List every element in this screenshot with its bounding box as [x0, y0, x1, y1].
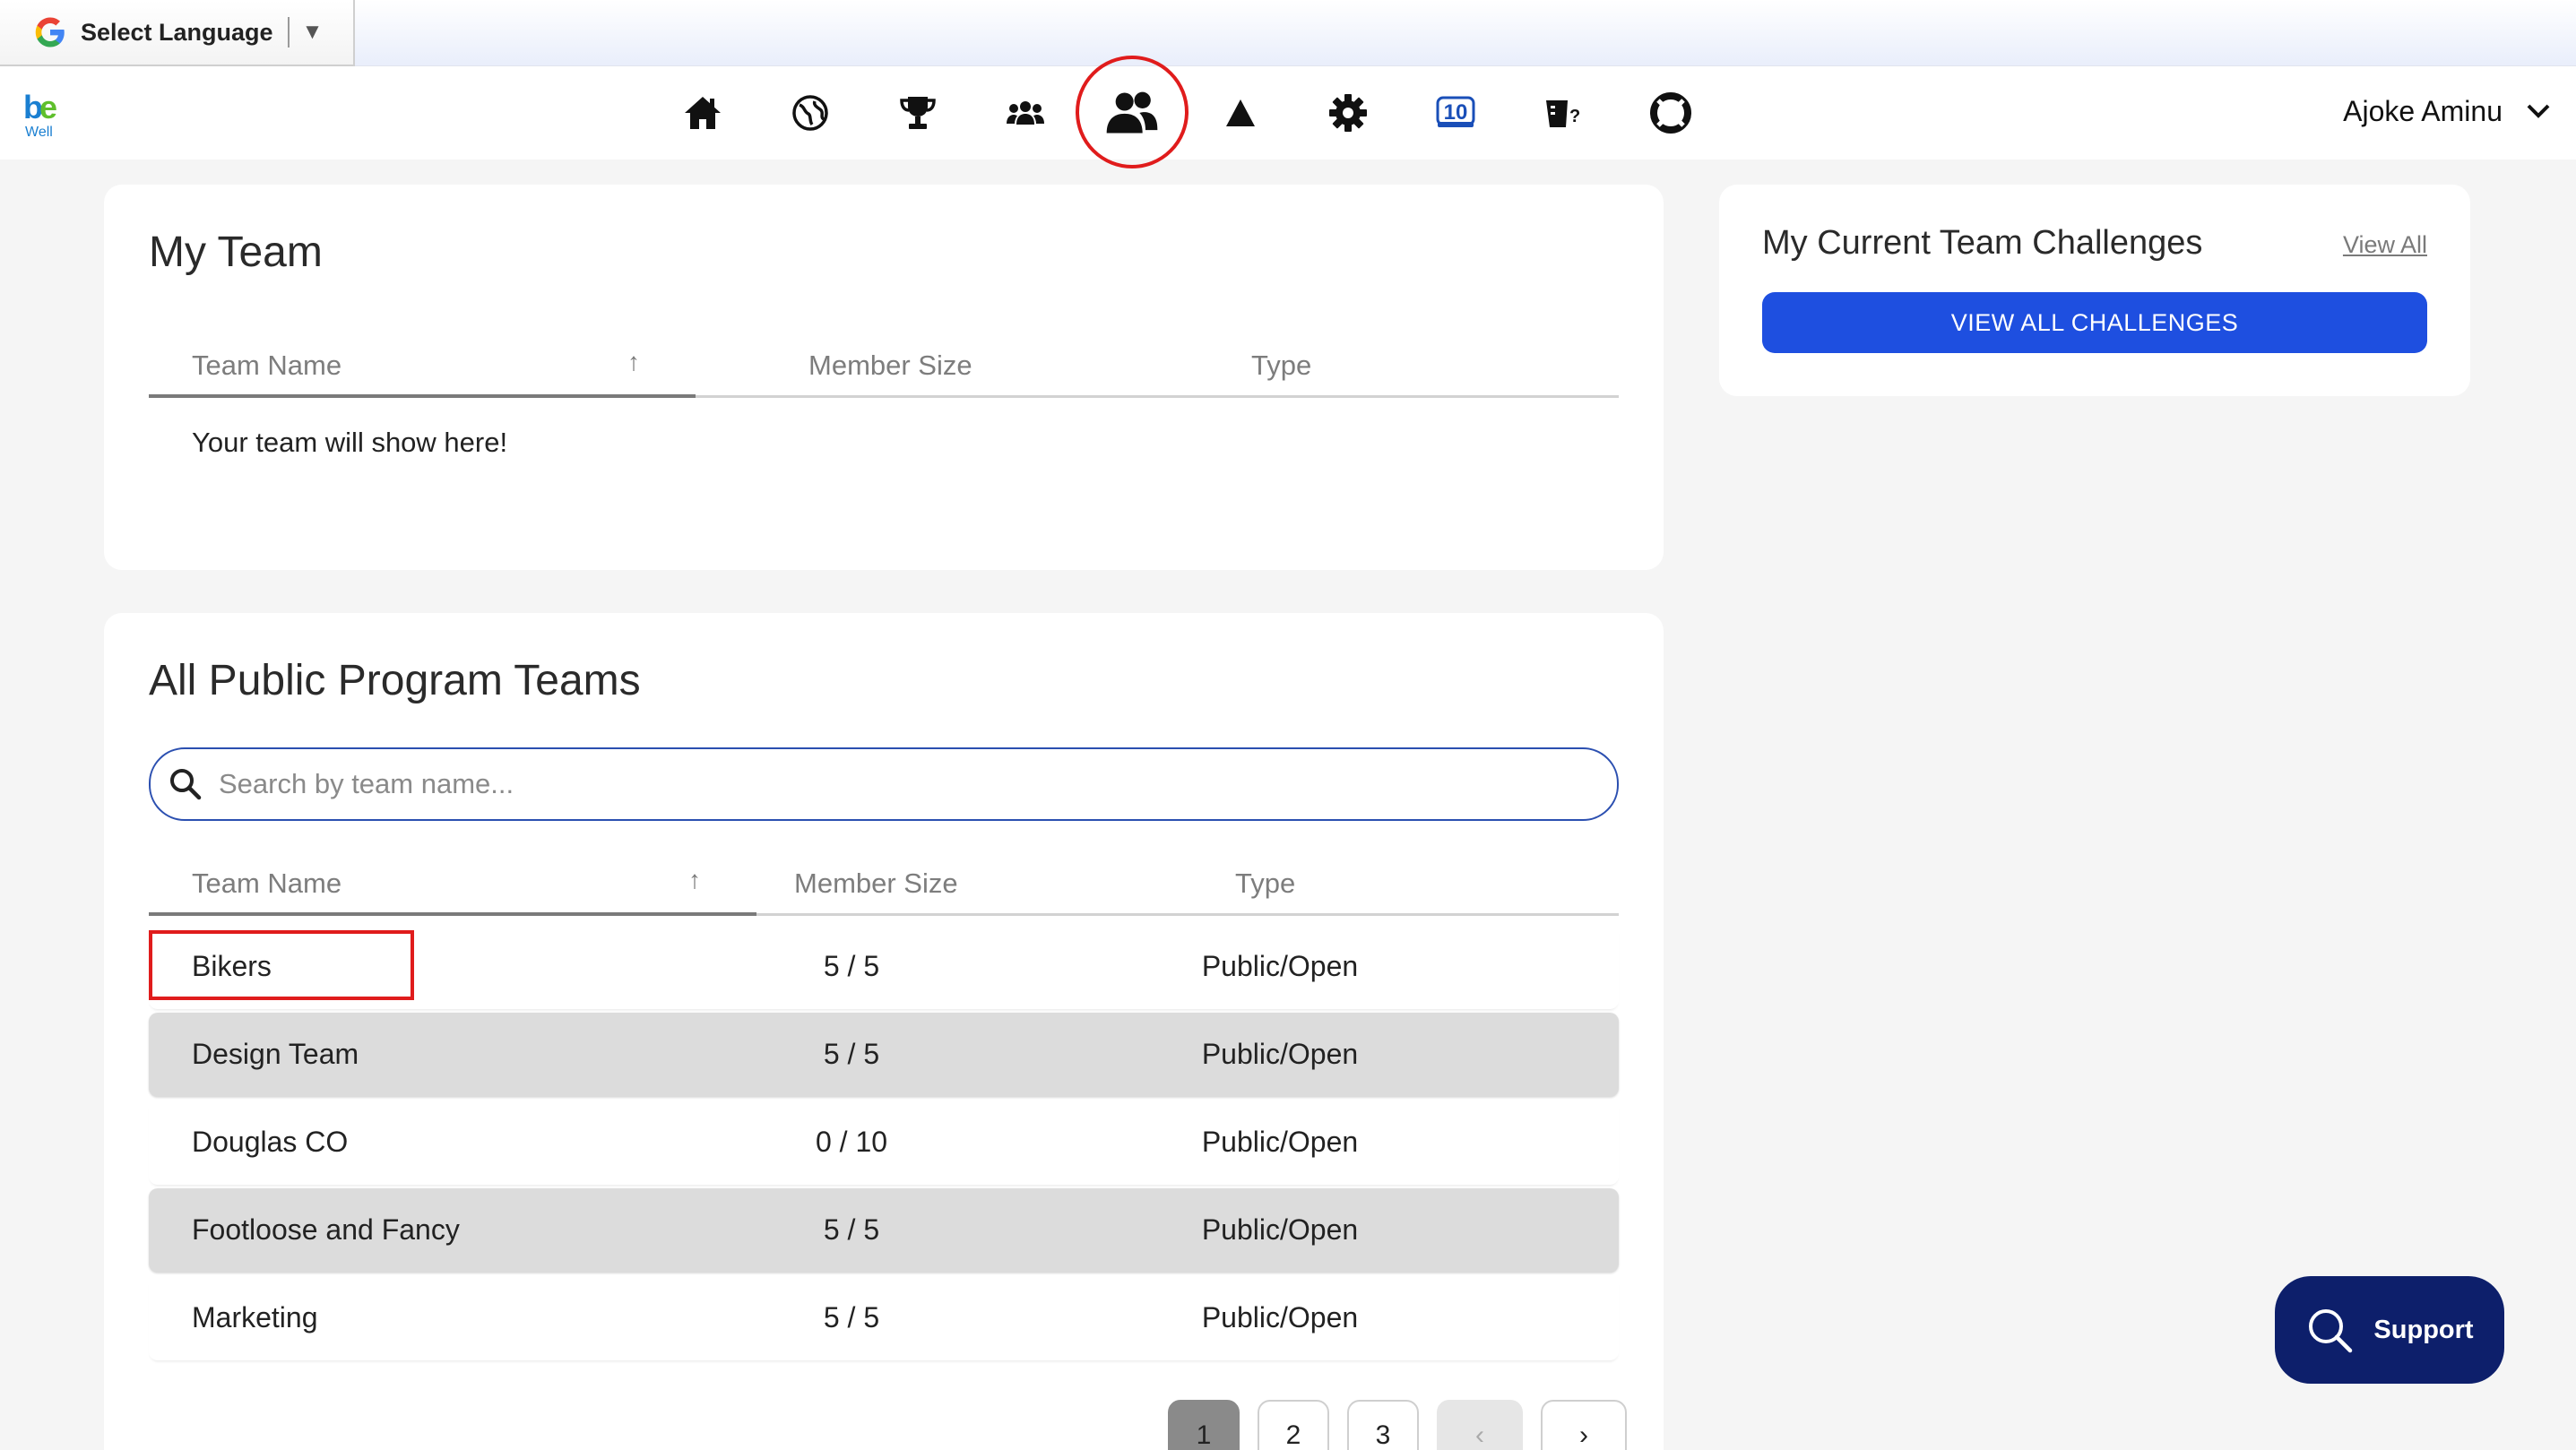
lifebuoy-icon[interactable] [1644, 86, 1698, 140]
group-icon[interactable] [998, 86, 1052, 140]
sort-up-icon[interactable]: ↑ [627, 348, 640, 376]
language-selector[interactable]: Select Language ▼ [0, 0, 355, 66]
search-icon [170, 769, 202, 800]
trophy-icon[interactable] [891, 86, 945, 140]
challenges-card: My Current Team Challenges View All VIEW… [1719, 185, 2470, 396]
prev-page-button[interactable]: ‹ [1437, 1400, 1523, 1450]
quiz-icon[interactable]: ? [1536, 86, 1590, 140]
sort-up-icon[interactable]: ↑ [688, 866, 701, 894]
challenges-title: My Current Team Challenges [1762, 224, 2203, 262]
view-all-challenges-button[interactable]: VIEW ALL CHALLENGES [1762, 292, 2427, 353]
table-row[interactable]: Design Team 5 / 5 Public/Open [149, 1013, 1619, 1097]
public-teams-title: All Public Program Teams [149, 657, 641, 704]
page-1-button[interactable]: 1 [1168, 1400, 1240, 1450]
member-size: 5 / 5 [823, 950, 880, 982]
public-teams-table-header: Team Name ↑ Member Size Type [149, 853, 1619, 916]
svg-text:?: ? [1569, 107, 1580, 126]
sort-indicator [149, 394, 696, 398]
team-name: Douglas CO [192, 1126, 349, 1158]
table-row[interactable]: Footloose and Fancy 5 / 5 Public/Open [149, 1188, 1619, 1273]
team-type: Public/Open [1201, 1213, 1359, 1246]
team-name: Design Team [192, 1038, 359, 1070]
next-page-button[interactable]: › [1541, 1400, 1627, 1450]
search-icon [2309, 1309, 2353, 1353]
svg-text:e: e [39, 89, 57, 125]
top-navigation: b e Well 10 ? Ajoke Aminu [0, 56, 2576, 168]
google-g-icon [35, 17, 65, 47]
table-row[interactable]: Marketing 5 / 5 Public/Open [149, 1276, 1619, 1360]
team-type: Public/Open [1201, 1126, 1359, 1158]
column-team-name[interactable]: Team Name [192, 867, 341, 900]
chevron-down-icon [2527, 104, 2550, 118]
column-type[interactable]: Type [1251, 350, 1311, 382]
support-button[interactable]: Support [2275, 1276, 2504, 1384]
home-icon[interactable] [676, 86, 730, 140]
support-label: Support [2373, 1315, 2474, 1344]
team-type: Public/Open [1201, 1038, 1359, 1070]
member-size: 5 / 5 [823, 1038, 880, 1070]
ten-badge-icon[interactable]: 10 [1429, 86, 1482, 140]
team-type: Public/Open [1201, 950, 1359, 982]
dropdown-arrow-icon: ▼ [301, 20, 324, 44]
my-team-table-header: Team Name ↑ Member Size Type [149, 335, 1619, 398]
team-search[interactable] [149, 747, 1619, 821]
language-label: Select Language [81, 18, 273, 46]
column-team-name[interactable]: Team Name [192, 350, 341, 382]
divider [287, 17, 290, 47]
page-3-button[interactable]: 3 [1347, 1400, 1419, 1450]
sort-indicator [149, 912, 756, 916]
translate-bar: Select Language ▼ [0, 0, 2576, 66]
my-team-card: My Team Team Name ↑ Member Size Type You… [104, 185, 1664, 570]
pagination: 1 2 3 ‹ › [1168, 1400, 1627, 1450]
column-member-size[interactable]: Member Size [794, 867, 958, 900]
team-name: Footloose and Fancy [192, 1213, 460, 1246]
my-team-title: My Team [149, 229, 323, 276]
active-nav-highlight [1076, 56, 1189, 168]
team-name: Marketing [192, 1301, 318, 1333]
table-row[interactable]: Douglas CO 0 / 10 Public/Open [149, 1100, 1619, 1185]
search-input[interactable] [219, 768, 1563, 800]
selected-row-highlight [149, 930, 414, 1000]
public-teams-card: All Public Program Teams Team Name ↑ Mem… [104, 613, 1664, 1450]
svg-text:10: 10 [1444, 100, 1468, 125]
empty-team-message: Your team will show here! [192, 427, 508, 458]
globe-icon[interactable] [783, 86, 837, 140]
page-2-button[interactable]: 2 [1258, 1400, 1329, 1450]
bewell-logo[interactable]: b e Well [22, 88, 66, 140]
user-name: Ajoke Aminu [2343, 94, 2503, 127]
svg-text:Well: Well [25, 125, 53, 140]
column-member-size[interactable]: Member Size [808, 350, 972, 382]
view-all-link[interactable]: View All [2343, 231, 2427, 259]
column-type[interactable]: Type [1235, 867, 1295, 900]
member-size: 5 / 5 [823, 1301, 880, 1333]
team-type: Public/Open [1201, 1301, 1359, 1333]
gear-icon[interactable] [1321, 86, 1375, 140]
user-menu[interactable]: Ajoke Aminu [2343, 84, 2551, 138]
member-size: 0 / 10 [815, 1126, 888, 1158]
member-size: 5 / 5 [823, 1213, 880, 1246]
triangle-icon[interactable] [1214, 86, 1267, 140]
